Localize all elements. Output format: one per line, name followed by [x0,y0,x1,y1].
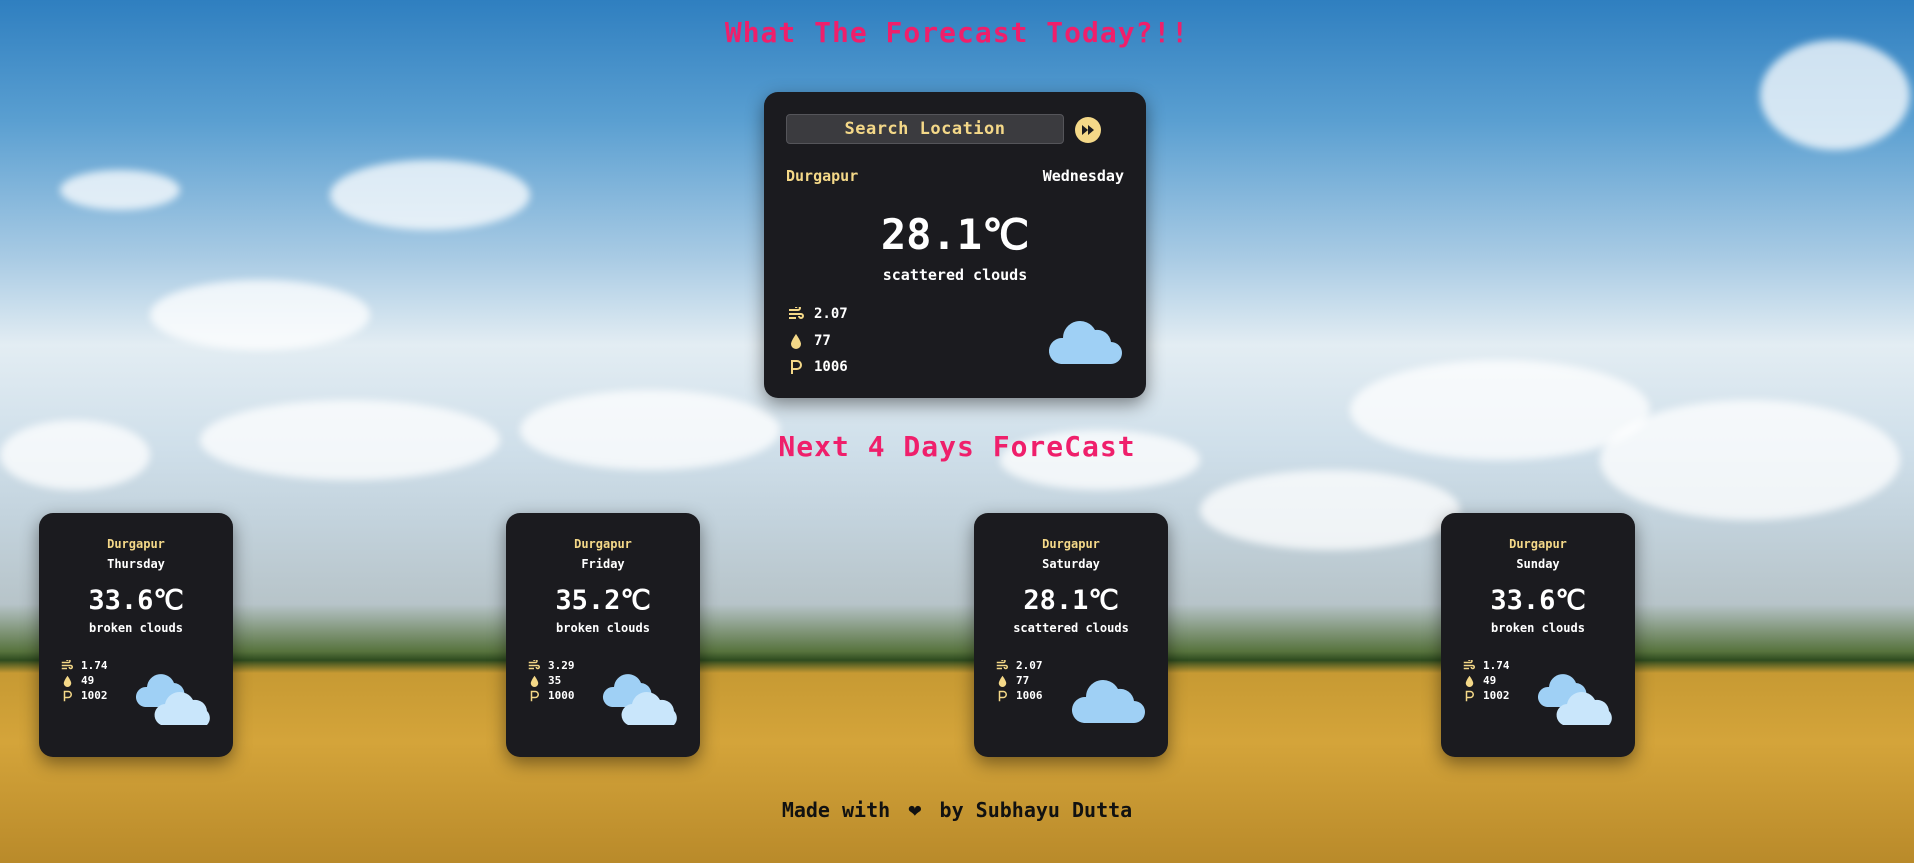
forecast-description: broken clouds [1491,621,1585,635]
forecast-day: Saturday [1042,557,1100,571]
forecast-wind-value: 3.29 [548,659,575,672]
forecast-pressure-value: 1006 [1016,689,1043,702]
forecast-wind: 2.07 [996,659,1043,672]
current-weather-card: Durgapur Wednesday 28.1℃ scattered cloud… [764,92,1146,398]
forecast-heading: Next 4 Days ForeCast [778,430,1136,463]
forecast-city: Durgapur [1042,537,1100,551]
current-day: Wednesday [1042,167,1124,185]
forecast-pressure: 1000 [528,689,575,702]
droplet-icon [528,675,540,687]
pressure-icon [61,690,73,702]
page-title: What The Forecast Today?!! [724,16,1190,49]
current-description: scattered clouds [882,266,1028,284]
forecast-humidity-value: 77 [1016,674,1030,687]
current-city: Durgapur [786,167,859,185]
footer-suffix: by Subhayu Dutta [939,798,1133,822]
forecast-pressure-value: 1000 [548,689,575,702]
current-wind: 2.07 [788,306,848,322]
forecast-card-friday: Durgapur Friday 35.2℃ broken clouds 3.29… [506,513,700,757]
forecast-wind-value: 2.07 [1016,659,1043,672]
heart-icon: ❤ [908,798,922,823]
forecast-temperature: 33.6℃ [1490,585,1586,616]
forecast-humidity-value: 49 [81,674,95,687]
search-input[interactable] [786,114,1064,144]
forecast-card-saturday: Durgapur Saturday 28.1℃ scattered clouds… [974,513,1168,757]
forecast-temperature: 35.2℃ [555,585,651,616]
current-pressure-value: 1006 [814,359,848,375]
forecast-card-thursday: Durgapur Thursday 33.6℃ broken clouds 1.… [39,513,233,757]
pressure-icon [996,690,1008,702]
wind-icon [996,660,1008,671]
wind-icon [788,307,804,321]
forecast-pressure-value: 1002 [1483,689,1510,702]
footer-prefix: Made with [781,798,891,822]
droplet-icon [788,333,804,349]
search-button[interactable] [1075,117,1101,143]
forecast-wind-value: 1.74 [81,659,108,672]
forecast-humidity: 49 [1463,674,1496,687]
forecast-wind-value: 1.74 [1483,659,1510,672]
forecast-temperature: 33.6℃ [88,585,184,616]
forecast-card-sunday: Durgapur Sunday 33.6℃ broken clouds 1.74… [1441,513,1635,757]
droplet-icon [61,675,73,687]
footer: Made with ❤ by Subhayu Dutta [0,798,1914,823]
forecast-description: broken clouds [556,621,650,635]
forecast-wind: 1.74 [61,659,108,672]
forecast-wind: 1.74 [1463,659,1510,672]
broken-clouds-icon [602,674,677,725]
forecast-humidity: 49 [61,674,94,687]
droplet-icon [1463,675,1475,687]
fast-forward-icon [1082,125,1094,135]
wind-icon [528,660,540,671]
forecast-humidity: 35 [528,674,561,687]
cloud-icon [1071,680,1145,723]
broken-clouds-icon [135,674,210,725]
forecast-description: scattered clouds [1013,621,1129,635]
forecast-day: Friday [581,557,625,571]
broken-clouds-icon [1537,674,1612,725]
cloud-icon [1048,321,1122,364]
forecast-city: Durgapur [574,537,632,551]
current-temperature: 28.1℃ [880,210,1030,259]
wind-icon [1463,660,1475,671]
forecast-wind: 3.29 [528,659,575,672]
forecast-temperature: 28.1℃ [1023,585,1119,616]
wind-icon [61,660,73,671]
forecast-city: Durgapur [107,537,165,551]
droplet-icon [996,675,1008,687]
forecast-pressure-value: 1002 [81,689,108,702]
forecast-pressure: 1002 [61,689,108,702]
forecast-pressure: 1006 [996,689,1043,702]
current-humidity: 77 [788,333,831,349]
current-pressure: 1006 [788,359,848,375]
current-humidity-value: 77 [814,333,831,349]
pressure-icon [528,690,540,702]
forecast-pressure: 1002 [1463,689,1510,702]
current-wind-value: 2.07 [814,306,848,322]
forecast-day: Sunday [1516,557,1560,571]
forecast-humidity-value: 49 [1483,674,1497,687]
forecast-city: Durgapur [1509,537,1567,551]
forecast-day: Thursday [107,557,165,571]
pressure-icon [1463,690,1475,702]
page: { "page_title": "What The Forecast Today… [0,0,1914,863]
forecast-humidity-value: 35 [548,674,562,687]
forecast-humidity: 77 [996,674,1029,687]
pressure-icon [788,359,804,375]
forecast-description: broken clouds [89,621,183,635]
